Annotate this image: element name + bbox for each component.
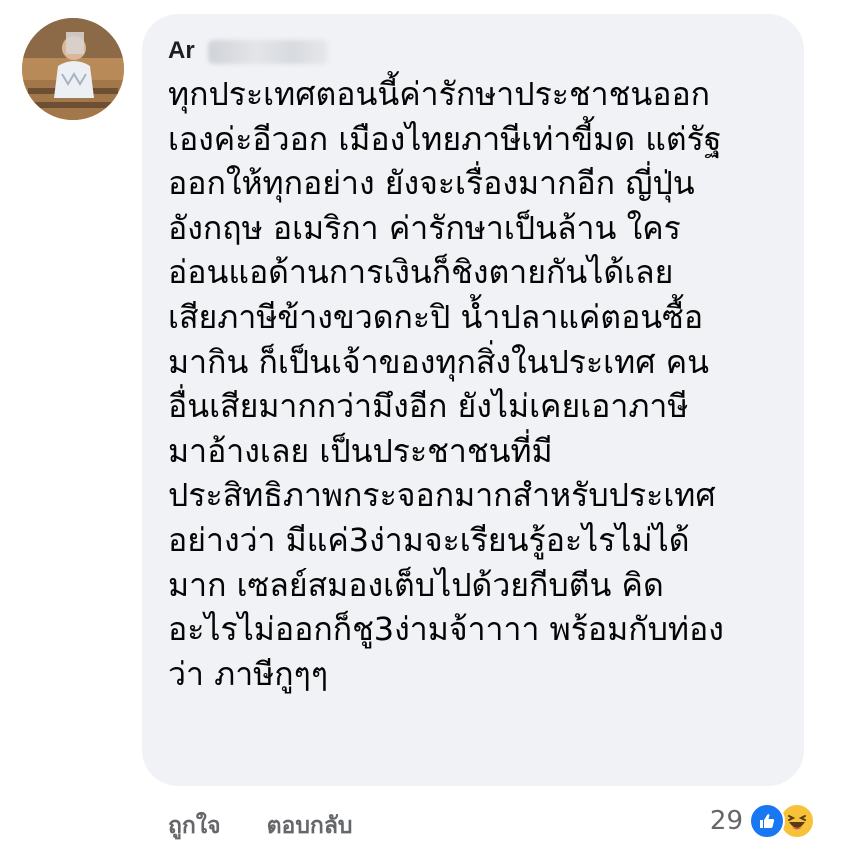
comment-line: อื่นเสียมากกว่ามึงอีก ยังไม่เคยเอาภาษี <box>168 387 689 426</box>
comment-line: อะไรไม่ออกก็ชู3ง่ามจ้าาาา พร้อมกับท่อง <box>168 610 724 649</box>
comment-actions: ถูกใจ ตอบกลับ <box>168 808 353 844</box>
comment-line: มาก เซลย์สมองเต็บไปด้วยกีบตีน คิด <box>168 565 664 604</box>
redacted-name-blur <box>208 40 328 64</box>
comment-line: ทุกประเทศตอนนี้ค่ารักษาประชาชนออก <box>168 75 711 113</box>
reaction-count: 29 <box>709 806 743 836</box>
comment-line: ออกให้ทุกอย่าง ยังจะเรื่องมากอีก ญี่ปุ่น <box>168 164 695 203</box>
comment-line: อย่างว่า มีแค่3ง่ามจะเรียนรู้อะไรไม่ได้ <box>168 520 690 559</box>
like-action[interactable]: ถูกใจ <box>168 808 221 844</box>
like-icon <box>749 803 785 839</box>
comment-line: ว่า ภาษีกูๆๆ <box>168 654 329 693</box>
comment-bubble: Ar ทุกประเทศตอนนี้ค่ารักษาประชาชนออกเองค… <box>142 14 804 786</box>
reply-action[interactable]: ตอบกลับ <box>267 808 353 844</box>
avatar-photo <box>22 18 124 120</box>
comment-line: อังกฤษ อเมริกา ค่ารักษาเป็นล้าน ใคร <box>168 208 681 247</box>
author-name[interactable]: Ar <box>168 37 195 64</box>
comment-text: ทุกประเทศตอนนี้ค่ารักษาประชาชนออกเองค่ะอ… <box>168 72 784 696</box>
avatar[interactable] <box>22 18 124 120</box>
comment-screenshot: Ar ทุกประเทศตอนนี้ค่ารักษาประชาชนออกเองค… <box>0 0 843 862</box>
comment-line: มาอ้างเลย เป็นประชาชนที่มี <box>168 431 553 470</box>
comment-line: ประสิทธิภาพกระจอกมากสำหรับประเทศ <box>168 476 716 515</box>
author-name-row: Ar <box>168 34 784 68</box>
comment-line: มากิน ก็เป็นเจ้าของทุกสิ่งในประเทศ คน <box>168 342 709 381</box>
comment-line: เองค่ะอีวอก เมืองไทยภาษีเท่าขี้มด แต่รัฐ <box>168 119 722 158</box>
reaction-summary[interactable]: 29 <box>710 803 815 839</box>
comment-line: เสียภาษีข้างขวดกะปิ น้ำปลาแค่ตอนซื้อ <box>168 297 704 336</box>
comment-line: อ่อนแอด้านการเงินก็ชิงตายกันได้เลย <box>168 253 674 292</box>
